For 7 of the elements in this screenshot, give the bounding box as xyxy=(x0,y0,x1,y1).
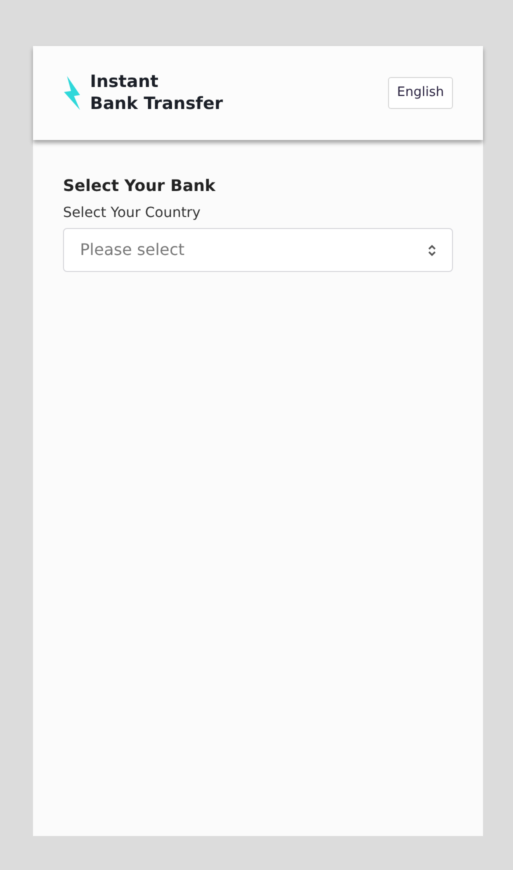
language-button[interactable]: English xyxy=(388,77,453,109)
brand-name: Instant Bank Transfer xyxy=(90,71,223,115)
section-title: Select Your Bank xyxy=(63,176,216,196)
country-select[interactable]: Please select xyxy=(63,228,453,272)
field-label: Select Your Country xyxy=(63,204,202,224)
sort-chevron-icon xyxy=(428,244,436,257)
lightning-icon xyxy=(63,76,82,110)
